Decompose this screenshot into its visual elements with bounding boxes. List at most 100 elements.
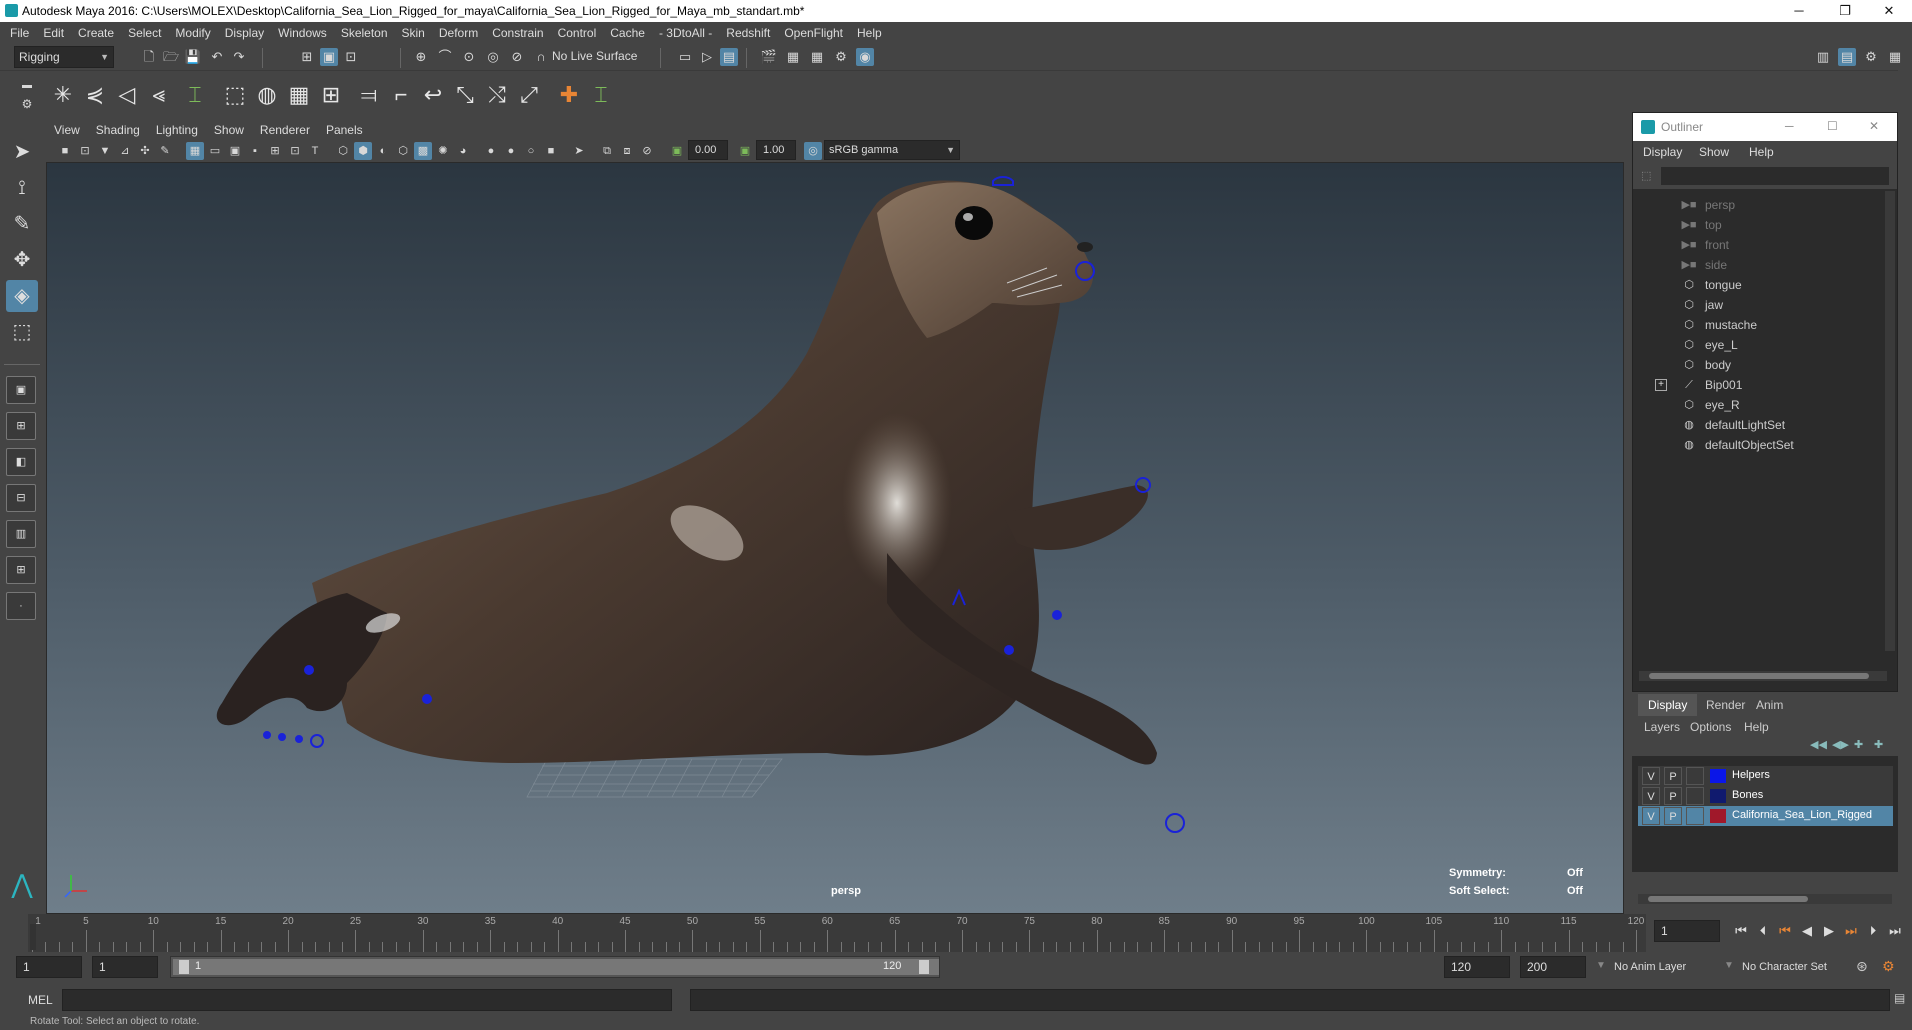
outliner-item[interactable]: ▶■ top — [1633, 215, 1885, 235]
restore-button[interactable]: ❐ — [1822, 0, 1868, 22]
attribute-editor-rail[interactable] — [1898, 70, 1912, 914]
view-transform-dropdown[interactable]: sRGB gamma ▼ — [824, 140, 960, 160]
bookmark-icon[interactable]: ▼ — [96, 142, 114, 160]
snap-curve-icon[interactable]: ⌒ — [436, 48, 454, 66]
construction-history-icon[interactable]: ▤ — [720, 48, 738, 66]
flat-shade-icon[interactable]: ◐ — [374, 142, 392, 160]
motion-blur-icon[interactable]: ● — [502, 142, 520, 160]
hypershade-layout-button[interactable]: ▥ — [6, 520, 36, 548]
close-icon[interactable]: ✕ — [1869, 119, 1879, 133]
auto-key-icon[interactable]: ⊛ — [1856, 958, 1868, 975]
menu-3dtoall[interactable]: - 3DtoAll - — [659, 26, 712, 40]
gamma-field[interactable]: 1.00 — [756, 140, 796, 160]
point-constraint-icon[interactable]: ✚ — [554, 79, 584, 111]
script-editor-icon[interactable]: ▤ — [1894, 991, 1905, 1005]
layer-menu-help[interactable]: Help — [1744, 720, 1769, 734]
ik-spline-icon[interactable]: ⪡ — [144, 79, 174, 111]
shelf-tab-toggle-icon[interactable]: ▬ — [18, 77, 36, 95]
persp-outliner-layout-button[interactable]: ◧ — [6, 448, 36, 476]
menuset-dropdown[interactable]: Rigging ▼ — [14, 46, 114, 68]
ik-handle-icon[interactable]: ◁ — [112, 79, 142, 111]
perspective-viewport[interactable]: persp Symmetry: Off Soft Select: Off — [46, 162, 1624, 914]
move-layer-down-icon[interactable]: ◀▶ — [1832, 738, 1849, 751]
field-chart-icon[interactable]: ⊞ — [266, 142, 284, 160]
snap-view-plane-icon[interactable]: ◎ — [484, 48, 502, 66]
menu-create[interactable]: Create — [78, 26, 114, 40]
display-type-toggle[interactable] — [1686, 767, 1704, 785]
wrap-deformer-icon[interactable]: ▦ — [284, 79, 314, 111]
xray-icon[interactable]: ⧉ — [598, 142, 616, 160]
lattice-icon[interactable]: ◍ — [252, 79, 282, 111]
layer-color-swatch[interactable] — [1710, 809, 1726, 823]
move-layer-up-icon[interactable]: ◀◀ — [1810, 738, 1827, 751]
image-plane-icon[interactable]: ⊿ — [116, 142, 134, 160]
textured-icon[interactable]: ▩ — [414, 142, 432, 160]
character-set-dropdown[interactable]: No Character Set — [1738, 956, 1856, 978]
outliner-item[interactable]: ⬡ jaw — [1633, 295, 1885, 315]
snap-point-icon[interactable]: ⊙ — [460, 48, 478, 66]
visibility-toggle[interactable]: V — [1642, 807, 1660, 825]
use-all-lights-icon[interactable]: ✺ — [434, 142, 452, 160]
persp-graph-layout-button[interactable]: ⊟ — [6, 484, 36, 512]
move-tool-icon[interactable]: ✥ — [6, 244, 38, 276]
layer-menu-options[interactable]: Options — [1690, 720, 1731, 734]
step-forward-frame-icon[interactable]: ⏵ — [1864, 922, 1882, 940]
lasso-tool-icon[interactable]: ⟟ — [6, 172, 38, 204]
minimize-icon[interactable]: ─ — [1785, 119, 1794, 133]
menu-cache[interactable]: Cache — [610, 26, 645, 40]
paint-select-tool-icon[interactable]: ✎ — [6, 208, 38, 240]
gate-mask-icon[interactable]: ▪ — [246, 142, 264, 160]
open-scene-icon[interactable]: 🗁 — [162, 48, 180, 66]
step-forward-key-icon[interactable]: ⏭ — [1842, 922, 1860, 940]
chevron-down-icon[interactable]: ▼ — [1596, 960, 1606, 971]
camera-icon[interactable]: ■ — [56, 142, 74, 160]
play-backwards-icon[interactable]: ◀ — [1798, 922, 1816, 940]
layer-row[interactable]: V P Helpers — [1638, 766, 1893, 786]
play-forwards-icon[interactable]: ▶ — [1820, 922, 1838, 940]
render-sequence-icon[interactable]: ▦ — [784, 48, 802, 66]
ipr-render-icon[interactable]: ▦ — [808, 48, 826, 66]
four-view-layout-button[interactable]: ⊞ — [6, 412, 36, 440]
menu-edit[interactable]: Edit — [43, 26, 64, 40]
playback-toggle[interactable]: P — [1664, 787, 1682, 805]
layer-menu-layers[interactable]: Layers — [1644, 720, 1680, 734]
playback-start-field[interactable]: 1 — [92, 956, 158, 978]
panel-menu-shading[interactable]: Shading — [96, 123, 140, 137]
menu-redshift[interactable]: Redshift — [726, 26, 770, 40]
animation-preferences-icon[interactable]: ⚙ — [1882, 958, 1895, 975]
isolate-select-icon[interactable]: ➤ — [570, 142, 588, 160]
save-scene-icon[interactable]: 💾 — [184, 48, 202, 66]
visibility-toggle[interactable]: V — [1642, 767, 1660, 785]
xray-joints-icon[interactable]: ⊘ — [638, 142, 656, 160]
grease-pencil-icon[interactable]: ✎ — [156, 142, 174, 160]
layer-row[interactable]: V P Bones — [1638, 786, 1893, 806]
shelf-gear-icon[interactable]: ⚙ — [18, 95, 36, 113]
select-component-icon[interactable]: ⊡ — [342, 48, 360, 66]
menu-display[interactable]: Display — [225, 26, 264, 40]
minimize-button[interactable]: ─ — [1776, 0, 1822, 22]
playback-toggle[interactable]: P — [1664, 807, 1682, 825]
wireframe-on-shaded-icon[interactable]: ⬡ — [394, 142, 412, 160]
depth-of-field-icon[interactable]: ■ — [542, 142, 560, 160]
range-slider[interactable]: 1 120 — [170, 956, 940, 978]
go-to-start-icon[interactable]: ⏮ — [1732, 922, 1750, 940]
layer-row[interactable]: V P California_Sea_Lion_Rigged — [1638, 806, 1893, 826]
gamma-icon[interactable]: ▣ — [736, 142, 754, 160]
panel-menu-view[interactable]: View — [54, 123, 80, 137]
panel-menu-renderer[interactable]: Renderer — [260, 123, 310, 137]
display-type-toggle[interactable] — [1686, 787, 1704, 805]
current-time-marker[interactable] — [30, 924, 36, 950]
scroll-thumb[interactable] — [1648, 896, 1808, 902]
screen-space-ao-icon[interactable]: ● — [482, 142, 500, 160]
step-back-frame-icon[interactable]: ⏴ — [1754, 922, 1772, 940]
bind-skin-icon[interactable]: ⫤ — [354, 79, 384, 111]
command-input[interactable] — [62, 989, 672, 1011]
menu-help[interactable]: Help — [857, 26, 882, 40]
range-slider-handle[interactable] — [173, 959, 939, 975]
layer-horizontal-scrollbar[interactable] — [1638, 894, 1892, 904]
outliner-item[interactable]: ◍ defaultObjectSet — [1633, 435, 1885, 455]
custom-layout-button[interactable]: · — [6, 592, 36, 620]
outliner-menu-help[interactable]: Help — [1749, 145, 1774, 159]
hypershade-icon[interactable]: ◉ — [856, 48, 874, 66]
chevron-down-icon[interactable]: ▼ — [1724, 960, 1734, 971]
